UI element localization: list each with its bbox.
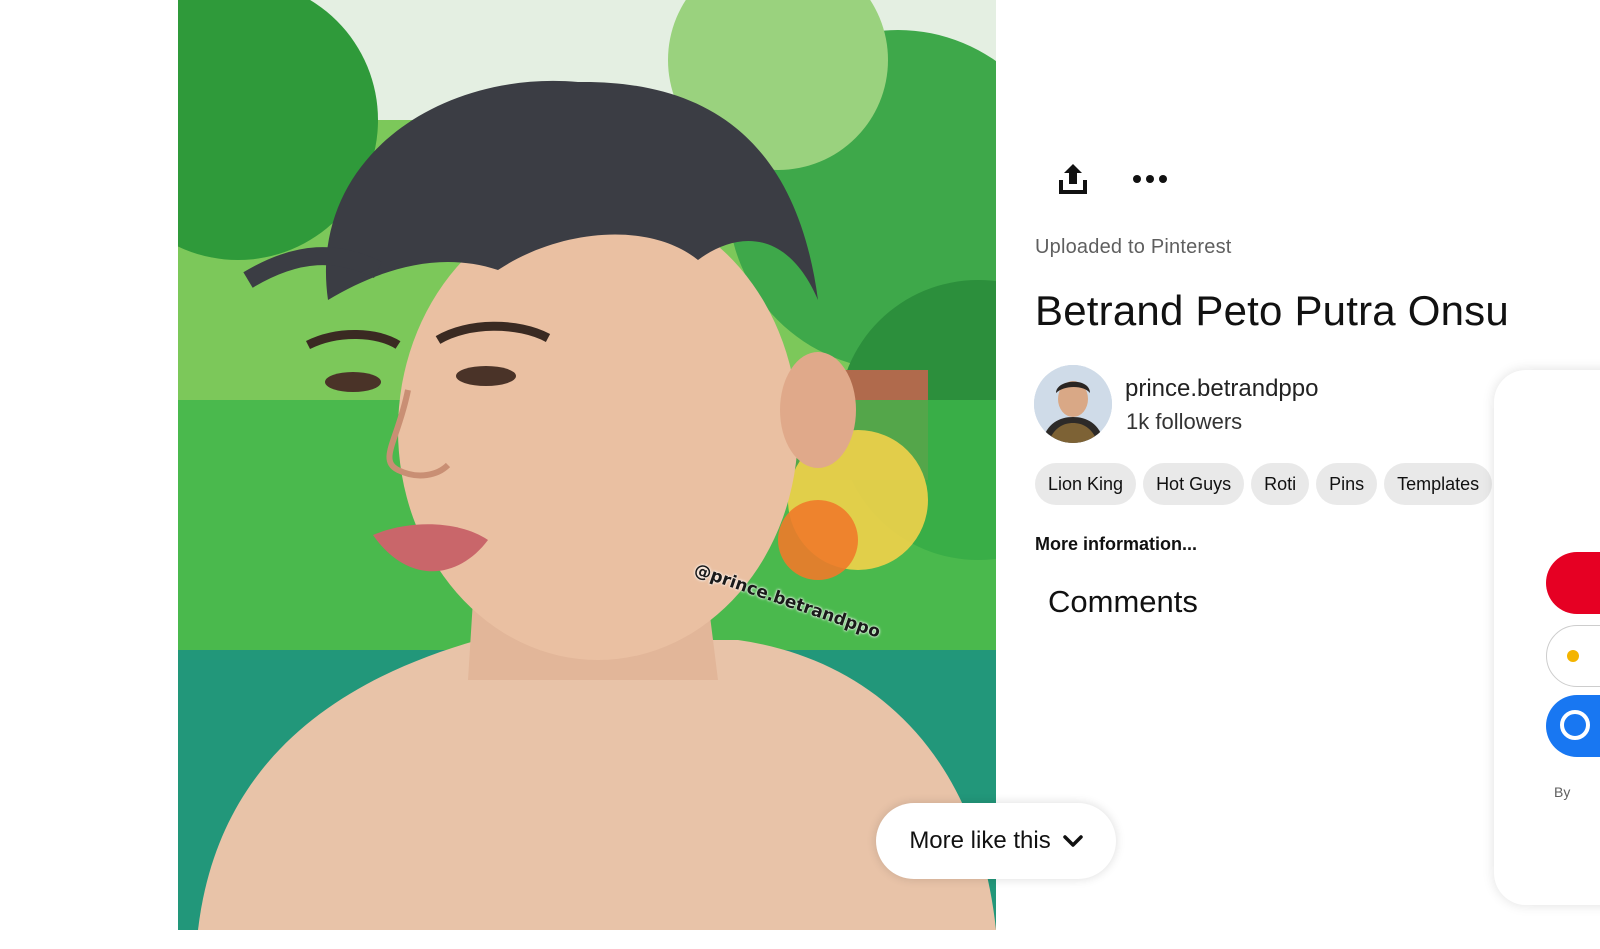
pin-source-label: Uploaded to Pinterest [1035,236,1232,258]
more-like-this-button[interactable]: More like this [876,803,1116,879]
tag-list: Lion King Hot Guys Roti Pins Templates [1035,463,1493,505]
ellipsis-icon [1133,175,1167,183]
avatar-image [1034,365,1112,443]
pin-detail-page: @prince.betrandppo Uploaded to Pinterest… [0,0,1600,949]
comments-heading: Comments [1048,584,1198,619]
signup-button[interactable] [1546,552,1600,614]
facebook-icon [1560,710,1590,740]
terms-fineprint: By [1554,784,1571,800]
tag-chip[interactable]: Pins [1316,463,1378,505]
signup-card: By [1494,370,1600,905]
pin-image[interactable]: @prince.betrandppo [178,0,996,930]
share-button[interactable] [1045,151,1101,207]
google-icon [1567,650,1579,662]
facebook-signin-button[interactable] [1546,695,1600,757]
pin-photo [178,0,996,930]
more-like-this-label: More like this [909,827,1051,854]
chevron-down-icon [1062,835,1083,847]
google-signin-button[interactable] [1546,625,1600,687]
tag-chip[interactable]: Hot Guys [1143,463,1245,505]
pin-title: Betrand Peto Putra Onsu [1035,287,1509,334]
tag-chip[interactable]: Templates [1384,463,1493,505]
tag-chip[interactable]: Lion King [1035,463,1137,505]
more-information-link[interactable]: More information... [1035,534,1197,555]
more-options-button[interactable] [1122,151,1178,207]
creator-name[interactable]: prince.betrandppo [1125,375,1318,403]
tag-chip[interactable]: Roti [1251,463,1310,505]
share-upload-icon [1059,164,1087,194]
creator-avatar[interactable] [1034,365,1112,443]
creator-followers: 1k followers [1126,409,1243,434]
